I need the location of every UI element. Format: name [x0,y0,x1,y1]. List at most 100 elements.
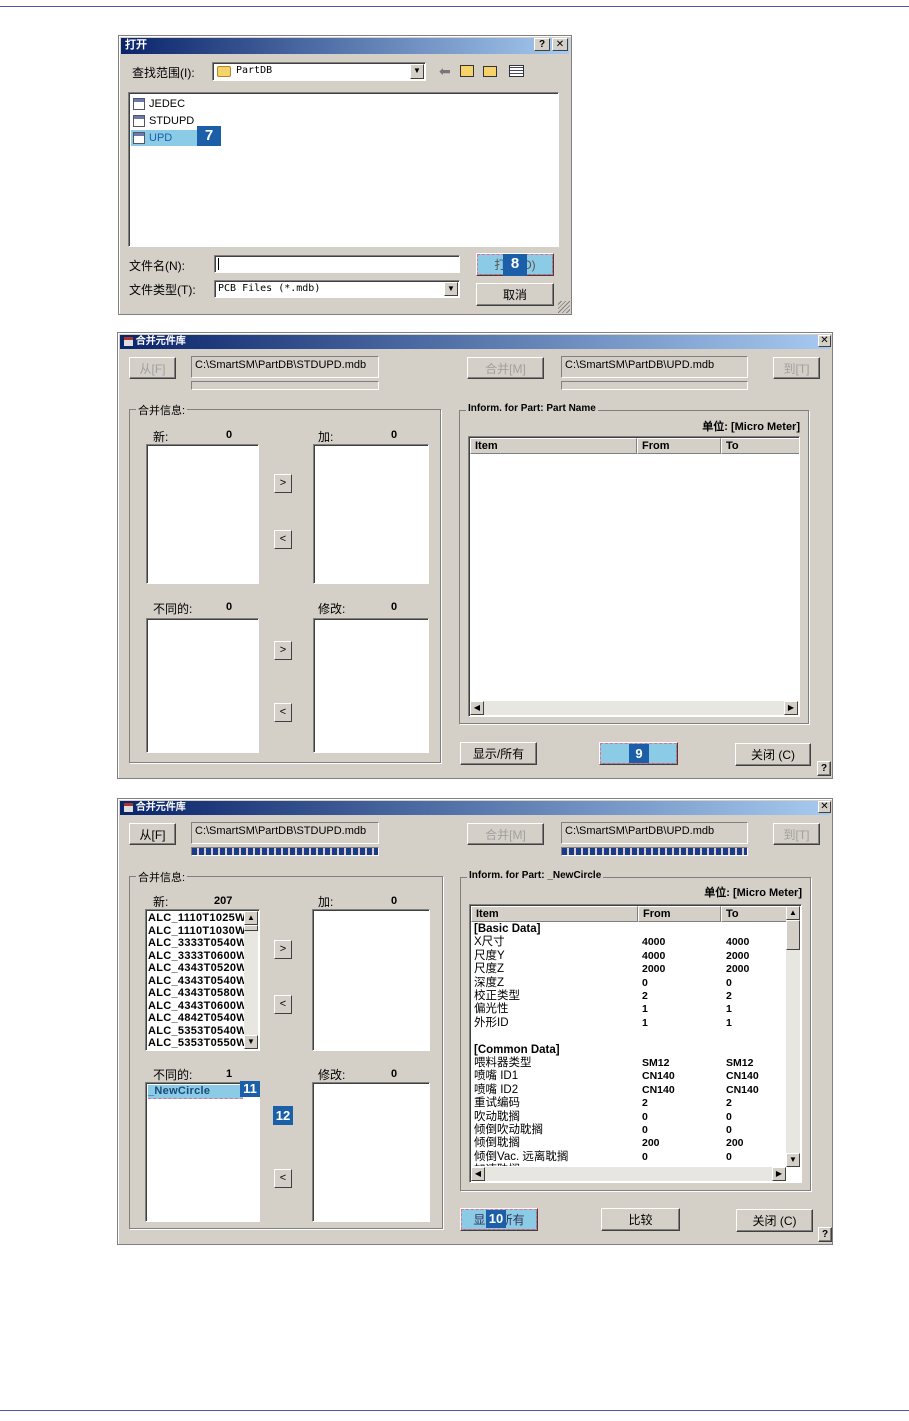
column-header-item[interactable]: Item [471,906,638,922]
new-list-item[interactable]: ALC_5353T0540W2 [148,1025,246,1038]
help-button[interactable]: ? [818,1227,832,1242]
new-list-item[interactable]: ALC_3333T0600W1 [148,950,246,963]
new-list-item[interactable]: ALC_4343T0540W1 [148,975,246,988]
move-left-button[interactable]: < [274,1169,292,1188]
move-right-button[interactable]: > [274,641,292,660]
add-list[interactable] [313,444,429,584]
merge-button[interactable]: 合并[M] [467,357,544,379]
table-row[interactable]: 喷嘴 ID2 CN140 CN140 [474,1084,783,1097]
part-info-table[interactable]: Item From To ◀ ▶ [468,436,800,717]
move-right-button[interactable]: > [274,474,292,493]
scroll-thumb[interactable] [244,925,258,931]
scroll-left-icon[interactable]: ◀ [470,701,484,715]
table-row[interactable]: 尺度Y 4000 2000 [474,950,783,963]
new-list-item[interactable]: ALC_3333T0540W1 [148,937,246,950]
scroll-up-icon[interactable]: ▲ [244,911,258,925]
vertical-scrollbar[interactable]: ▲ ▼ [786,906,800,1167]
new-list-item[interactable]: ALC_4343T0600W1 [148,1000,246,1013]
table-row[interactable]: 喂料器类型 SM12 SM12 [474,1057,783,1070]
horizontal-scrollbar[interactable]: ◀ ▶ [471,1167,786,1181]
table-row[interactable]: 偏光性 1 1 [474,1003,783,1016]
column-header-to[interactable]: To [721,906,788,922]
merge-button[interactable]: 合并[M] [467,823,544,845]
close-dialog-button[interactable]: 关闭 (C) [735,743,811,766]
from-button[interactable]: 从[F] [129,357,176,379]
new-list[interactable]: ALC_1110T1025W3 ALC_1110T1030W3 ALC_3333T0… [145,909,260,1051]
help-button[interactable]: ? [817,761,831,776]
close-dialog-button[interactable]: 关闭 (C) [736,1209,813,1232]
scroll-right-icon[interactable]: ▶ [772,1167,786,1181]
to-button[interactable]: 到[T] [773,357,820,379]
file-item[interactable]: UPD [131,130,198,146]
diff-list[interactable] [146,618,259,753]
close-button[interactable]: ✕ [552,38,568,51]
new-list-item[interactable]: ALC_4343T0520W1 [148,962,246,975]
file-type-combo[interactable]: PCB Files (*.mdb) ▼ [214,280,460,298]
table-row[interactable]: 尺度Z 2000 2000 [474,963,783,976]
back-icon[interactable]: ⬅ [439,63,451,80]
move-right-button[interactable]: > [274,940,292,959]
chevron-down-icon[interactable]: ▼ [444,282,458,296]
table-row[interactable]: X尺寸 4000 4000 [474,936,783,949]
scroll-down-icon[interactable]: ▼ [786,1153,800,1167]
new-folder-icon[interactable] [483,66,497,77]
scroll-thumb[interactable] [786,920,800,950]
table-row[interactable]: [Common Data] [474,1044,783,1057]
help-button[interactable]: ? [534,38,550,51]
diff-list-item-selected[interactable]: _NewCircle [148,1085,243,1099]
view-menu-icon[interactable] [509,65,524,77]
table-row[interactable]: 深度Z 0 0 [474,977,783,990]
file-item[interactable]: JEDEC [131,96,211,112]
scroll-down-icon[interactable]: ▼ [244,1035,258,1049]
scroll-right-icon[interactable]: ▶ [784,701,798,715]
up-folder-icon[interactable] [460,65,474,77]
modify-list[interactable] [313,618,429,753]
horizontal-scrollbar[interactable]: ◀ ▶ [470,701,798,715]
show-all-button[interactable]: 显示/所有 [460,742,537,765]
scroll-left-icon[interactable]: ◀ [471,1167,485,1181]
table-row[interactable]: 喷嘴 ID1 CN140 CN140 [474,1070,783,1083]
table-row[interactable]: 吹动耽搁 0 0 [474,1111,783,1124]
move-left-button[interactable]: < [274,995,292,1014]
close-button[interactable]: ✕ [818,335,831,347]
close-button[interactable]: ✕ [818,801,831,813]
table-row[interactable]: [Basic Data] [474,923,783,936]
column-header-from[interactable]: From [638,906,721,922]
step-badge-12[interactable]: 12 [273,1106,293,1125]
table-row[interactable]: 倾倒Vac. 远离耽搁 0 0 [474,1151,783,1164]
move-left-button[interactable]: < [274,703,292,722]
new-list-item[interactable]: ALC_1110T1025W3 [148,912,246,925]
table-row[interactable]: 外形ID 1 1 [474,1017,783,1030]
diff-list[interactable]: _NewCircle [145,1082,260,1222]
chevron-down-icon[interactable]: ▼ [410,64,424,79]
part-info-table[interactable]: Item From To [Basic Data] X尺寸 4000 4000 尺度Y 4… [469,904,802,1183]
table-row[interactable]: 重试编码 2 2 [474,1097,783,1110]
table-row[interactable]: 倾倒吹动耽搁 0 0 [474,1124,783,1137]
look-in-combo[interactable]: PartDB ▼ [212,62,426,81]
table-row[interactable]: 加速耽搁 50 50 [474,1164,783,1166]
scroll-up-icon[interactable]: ▲ [786,906,800,920]
diff-label: 不同的: [153,1068,193,1082]
column-header-to[interactable]: To [721,438,799,454]
from-button[interactable]: 从[F] [129,823,176,845]
table-row[interactable] [474,1030,783,1043]
move-left-button[interactable]: < [274,530,292,549]
new-list-item[interactable]: ALC_4842T0540W1 [148,1012,246,1025]
add-list[interactable] [312,909,430,1051]
compare-button[interactable]: 比较 [601,1208,680,1231]
new-list-item[interactable]: ALC_5353T0550W2 [148,1037,246,1050]
to-button[interactable]: 到[T] [773,823,820,845]
column-header-item[interactable]: Item [470,438,637,454]
column-header-from[interactable]: From [637,438,721,454]
resize-grip-icon[interactable] [558,301,570,313]
new-list-item[interactable]: ALC_4343T0580W1 [148,987,246,1000]
new-list-item[interactable]: ALC_1110T1030W3 [148,925,246,938]
table-row[interactable]: 校正类型 2 2 [474,990,783,1003]
new-list[interactable] [146,444,259,584]
table-row[interactable]: 倾倒耽搁 200 200 [474,1137,783,1150]
cancel-button[interactable]: 取消 [476,283,554,306]
modify-list[interactable] [312,1082,430,1222]
vertical-scrollbar[interactable]: ▲ ▼ [244,911,258,1049]
file-name-input[interactable] [214,255,460,273]
file-list[interactable]: JEDEC STDUPD UPD [128,92,559,247]
